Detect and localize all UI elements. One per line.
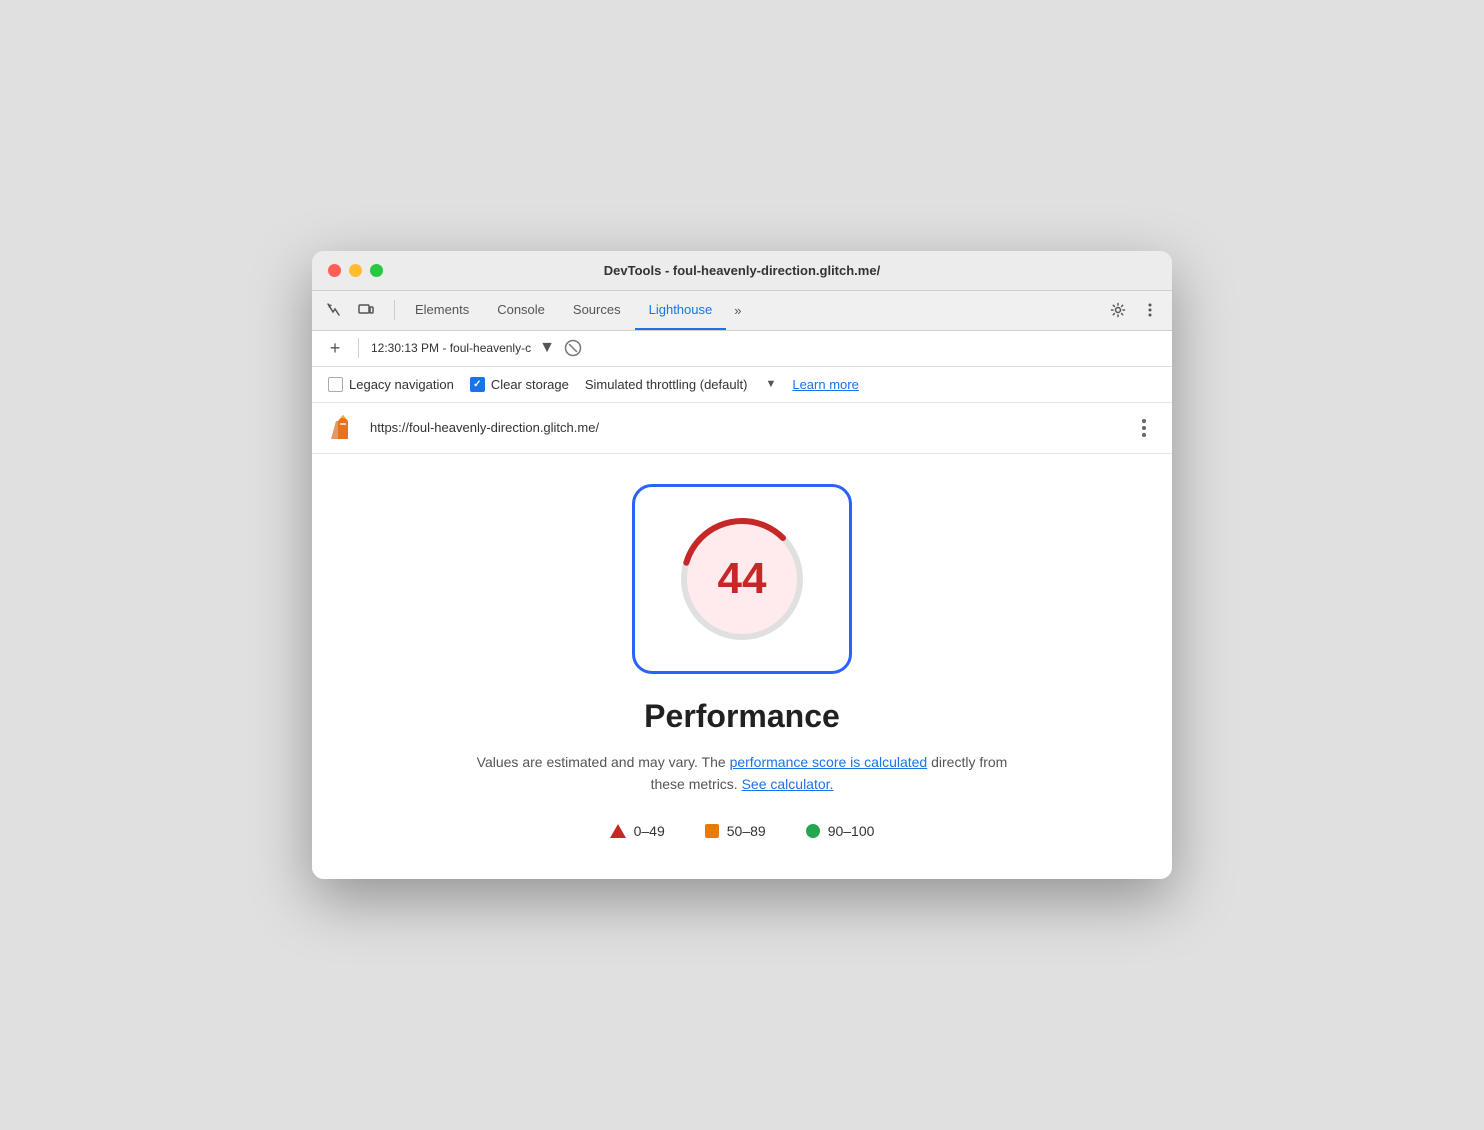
title-bar: DevTools - foul-heavenly-direction.glitc… (312, 251, 1172, 291)
tab-sources[interactable]: Sources (559, 291, 635, 330)
main-content: 44 Performance Values are estimated and … (312, 454, 1172, 880)
minimize-button[interactable] (349, 264, 362, 277)
devtools-window: DevTools - foul-heavenly-direction.glitc… (312, 251, 1172, 880)
score-number: 44 (718, 554, 767, 604)
dot3 (1142, 433, 1146, 437)
settings-icon[interactable] (1104, 296, 1132, 324)
url-text: https://foul-heavenly-direction.glitch.m… (370, 420, 1120, 435)
legend-item-average: 50–89 (705, 823, 766, 839)
clear-storage-checkbox[interactable] (470, 377, 485, 392)
legacy-navigation-label: Legacy navigation (349, 377, 454, 392)
maximize-button[interactable] (370, 264, 383, 277)
legacy-navigation-checkbox[interactable] (328, 377, 343, 392)
description-text-start: Values are estimated and may vary. The (477, 754, 730, 770)
average-range-label: 50–89 (727, 823, 766, 839)
legend-item-fail: 0–49 (610, 823, 665, 839)
add-button[interactable]: + (324, 337, 346, 359)
options-bar: Legacy navigation Clear storage Simulate… (312, 367, 1172, 403)
clear-storage-option[interactable]: Clear storage (470, 377, 569, 392)
calculator-link[interactable]: See calculator. (742, 776, 834, 792)
fail-icon (610, 824, 626, 838)
block-icon[interactable] (563, 338, 583, 358)
score-card: 44 (632, 484, 852, 674)
tab-elements[interactable]: Elements (401, 291, 483, 330)
tab-lighthouse[interactable]: Lighthouse (635, 291, 727, 330)
tab-console[interactable]: Console (483, 291, 559, 330)
devtools-tab-bar: Elements Console Sources Lighthouse » (312, 291, 1172, 331)
traffic-lights (328, 264, 383, 277)
tab-divider (394, 300, 395, 320)
close-button[interactable] (328, 264, 341, 277)
pass-icon (806, 824, 820, 838)
url-bar: https://foul-heavenly-direction.glitch.m… (312, 403, 1172, 454)
dot2 (1142, 426, 1146, 430)
url-more-icon[interactable] (1132, 416, 1156, 440)
lighthouse-logo-icon (328, 413, 358, 443)
toolbar-divider (358, 338, 359, 358)
score-legend: 0–49 50–89 90–100 (610, 823, 875, 839)
tab-list: Elements Console Sources Lighthouse » (401, 291, 749, 330)
inspect-icon[interactable] (320, 296, 348, 324)
device-toggle-icon[interactable] (352, 296, 380, 324)
average-icon (705, 824, 719, 838)
throttling-dropdown-icon[interactable]: ▼ (765, 378, 776, 390)
fail-range-label: 0–49 (634, 823, 665, 839)
learn-more-link[interactable]: Learn more (792, 377, 858, 392)
throttling-label: Simulated throttling (default) (585, 377, 748, 392)
legacy-navigation-option[interactable]: Legacy navigation (328, 377, 454, 392)
right-icon-group (1104, 296, 1164, 324)
clear-storage-label: Clear storage (491, 377, 569, 392)
score-description: Values are estimated and may vary. The p… (472, 751, 1012, 796)
window-title: DevTools - foul-heavenly-direction.glitc… (604, 263, 880, 278)
timestamp-dropdown-icon[interactable]: ▼ (539, 340, 555, 356)
lighthouse-toolbar: + 12:30:13 PM - foul-heavenly-c ▼ (312, 331, 1172, 367)
pass-range-label: 90–100 (828, 823, 875, 839)
kebab-menu-icon[interactable] (1136, 296, 1164, 324)
performance-score-link[interactable]: performance score is calculated (730, 754, 928, 770)
category-title: Performance (644, 698, 840, 735)
legend-item-pass: 90–100 (806, 823, 875, 839)
dot1 (1142, 419, 1146, 423)
score-circle: 44 (672, 509, 812, 649)
timestamp-label: 12:30:13 PM - foul-heavenly-c (371, 341, 531, 355)
devtools-icon-group (320, 296, 380, 324)
tab-more[interactable]: » (726, 291, 749, 330)
